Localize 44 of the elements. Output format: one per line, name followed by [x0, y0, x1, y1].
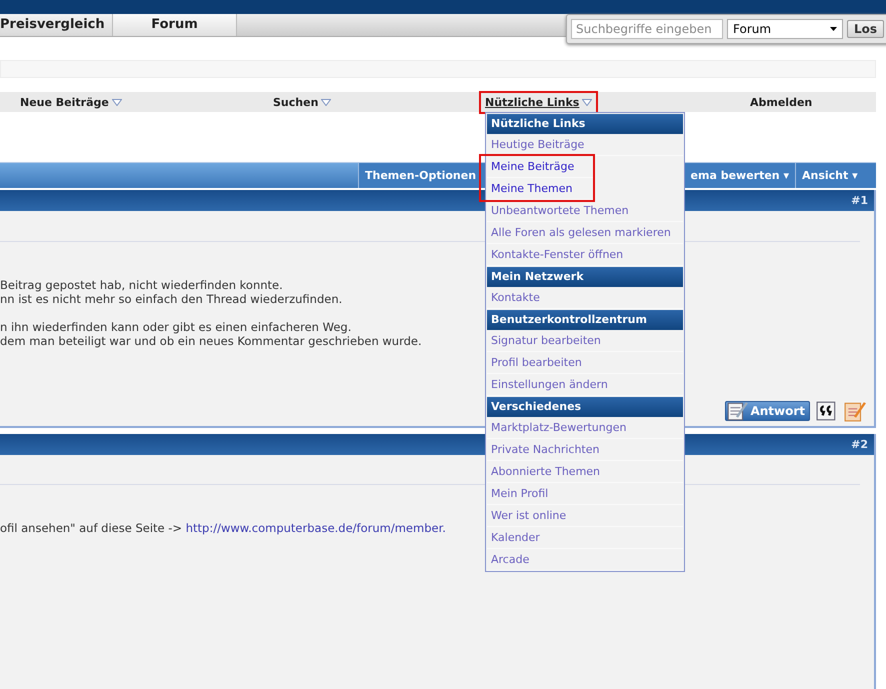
- menu-section-header: Mein Netzwerk: [487, 267, 683, 287]
- menu-item[interactable]: Kontakte-Fenster öffnen: [487, 244, 683, 266]
- menu-item[interactable]: Einstellungen ändern: [487, 374, 683, 396]
- menu-item[interactable]: Kontakte: [487, 287, 683, 309]
- menu-item[interactable]: Marktplatz-Bewertungen: [487, 417, 683, 439]
- post-text: ofil ansehen" auf diese Seite ->: [0, 521, 184, 535]
- notepad-icon: [726, 400, 748, 422]
- search-button[interactable]: Los: [847, 20, 884, 38]
- thread-option-button[interactable]: Ansicht ▾: [795, 163, 876, 188]
- menu-item[interactable]: Abonnierte Themen: [487, 461, 683, 483]
- edit-icon[interactable]: [844, 400, 866, 422]
- post-text: Beitrag gepostet hab, nicht wiederfinden konnte.: [0, 278, 283, 292]
- nav-link[interactable]: Nützliche Links: [483, 94, 594, 110]
- reply-button[interactable]: Antwort: [725, 401, 810, 421]
- menu-item[interactable]: Kalender: [487, 527, 683, 549]
- menu-item[interactable]: Wer ist online: [487, 505, 683, 527]
- menu-item[interactable]: Heutige Beiträge: [487, 134, 683, 156]
- menu-item[interactable]: Meine Beiträge: [487, 156, 593, 178]
- link[interactable]: http://www.computerbase.de/forum/member.: [186, 521, 446, 535]
- menu-item[interactable]: Mein Profil: [487, 483, 683, 505]
- menu-item[interactable]: Meine Themen: [487, 178, 593, 200]
- post-number[interactable]: #1: [851, 194, 868, 207]
- menu-item[interactable]: Signatur bearbeiten: [487, 330, 683, 352]
- nav-link[interactable]: Neue Beiträge: [18, 94, 124, 110]
- nav-tab[interactable]: Forum: [113, 14, 237, 36]
- caret-icon: [830, 27, 837, 31]
- menu-item[interactable]: Private Nachrichten: [487, 439, 683, 461]
- search-field[interactable]: Suchbegriffe eingeben: [571, 19, 723, 39]
- menu-item[interactable]: Arcade: [487, 549, 683, 571]
- post-text: n ihn wiederfinden kann oder gibt es einen einfacheren Weg.: [0, 320, 352, 334]
- post-text: nn ist es nicht mehr so einfach den Thread wiederzufinden.: [0, 292, 342, 306]
- menu-item[interactable]: Unbeantwortete Themen: [487, 200, 683, 222]
- quote-icon[interactable]: [816, 400, 838, 422]
- nav-link[interactable]: Abmelden: [748, 94, 814, 110]
- menu-section-header: Nützliche Links: [487, 114, 683, 134]
- menu-item[interactable]: Profil bearbeiten: [487, 352, 683, 374]
- nav-link[interactable]: Suchen: [271, 94, 334, 110]
- menu-section-header: Benutzerkontrollzentrum: [487, 310, 683, 330]
- menu-section-header: Verschiedenes: [487, 397, 683, 417]
- menu-item[interactable]: Alle Foren als gelesen markieren: [487, 222, 683, 244]
- post-text: dem man beteiligt war und ob ein neues Kommentar geschrieben wurde.: [0, 334, 422, 348]
- nav-tab[interactable]: Preisvergleich: [0, 14, 113, 36]
- scope-dropdown[interactable]: Forum: [727, 19, 843, 39]
- post-number[interactable]: #2: [851, 438, 868, 451]
